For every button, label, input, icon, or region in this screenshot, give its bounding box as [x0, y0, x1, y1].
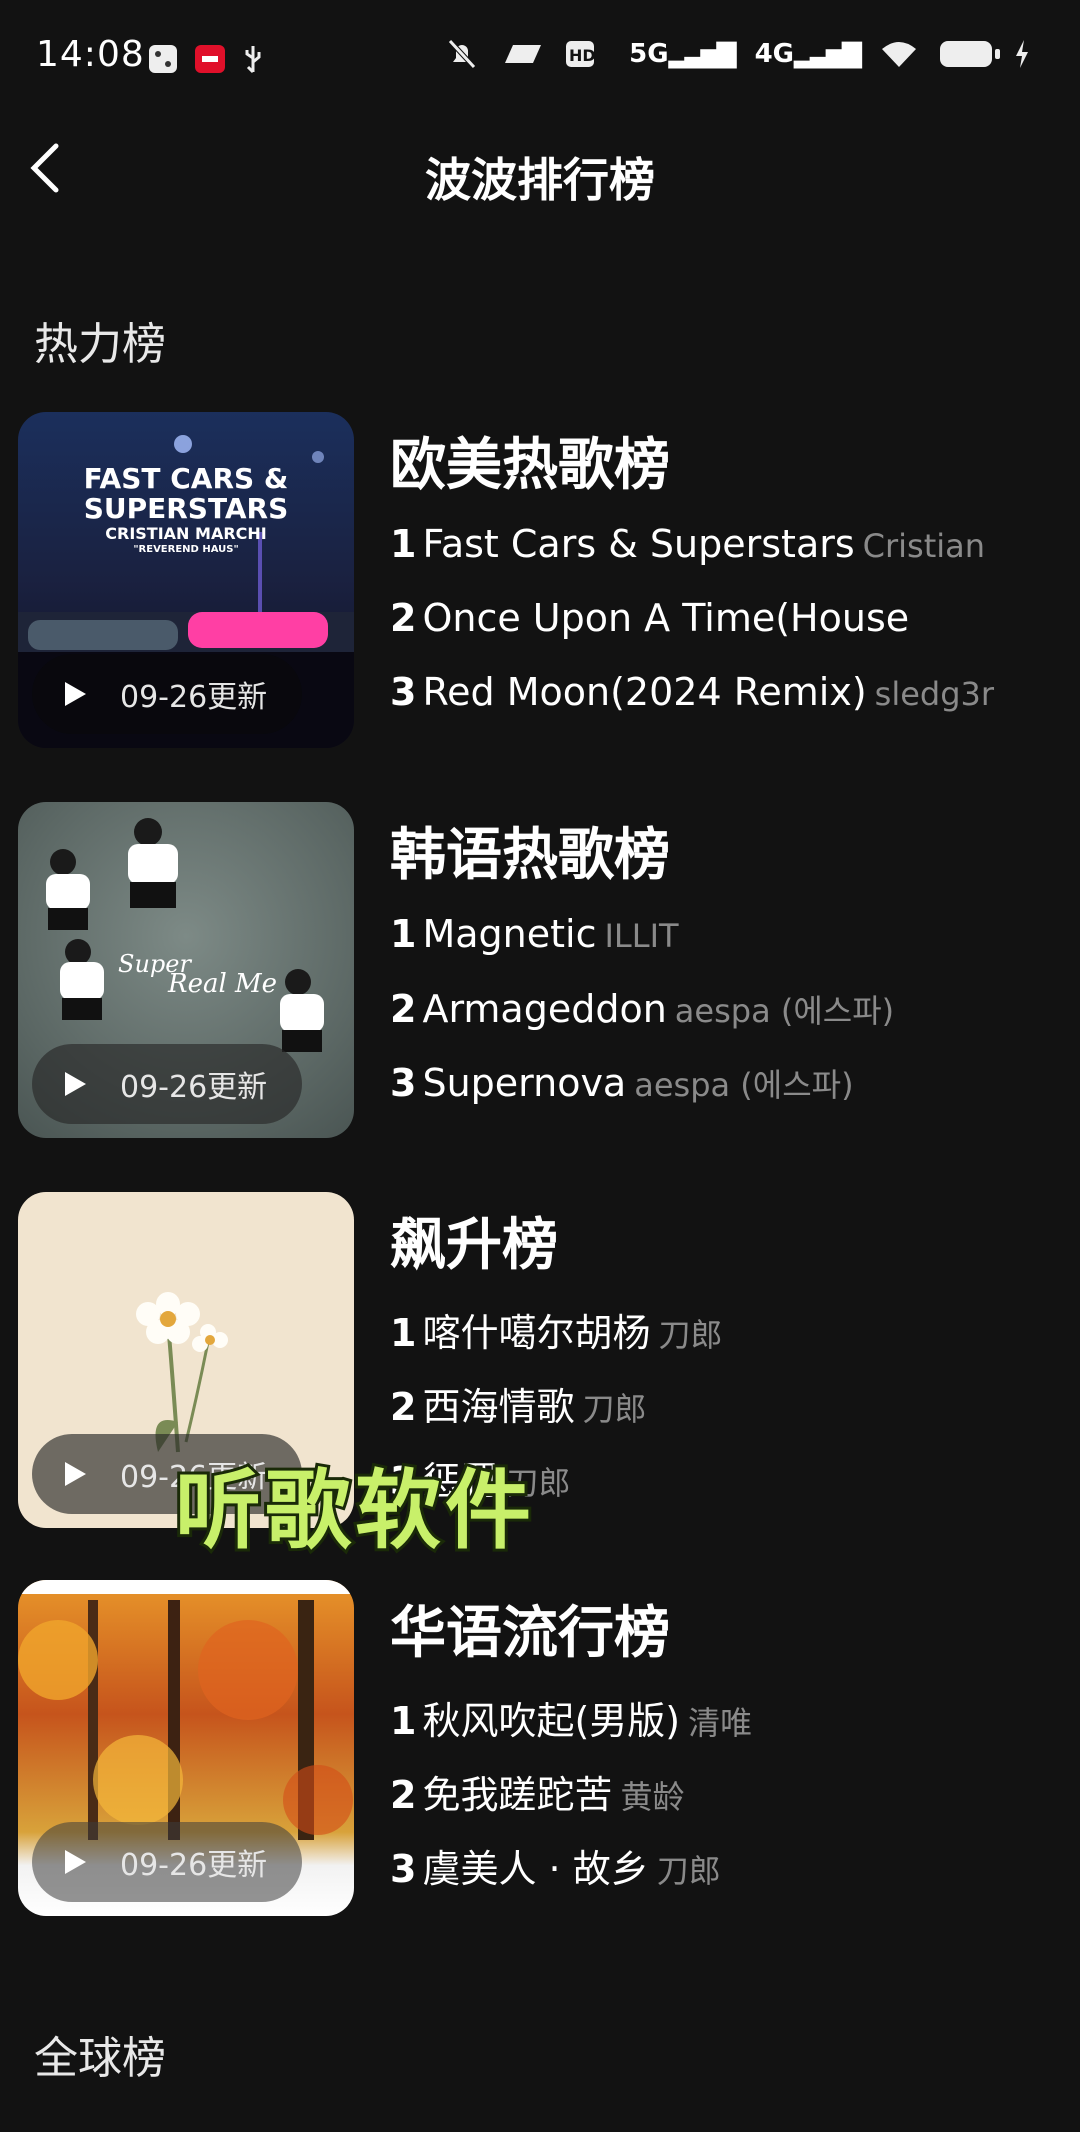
song-item[interactable]: 3 Red Moon(2024 Remix) sledg3r [390, 670, 1050, 714]
page-title: 波波排行榜 [425, 153, 655, 207]
svg-text:Real Me: Real Me [167, 969, 277, 999]
signal-4g: 4G▂▃▅▇ [754, 39, 862, 69]
section-title-hot: 热力榜 [34, 319, 166, 370]
song-item[interactable]: 2 Armageddon aespa (에스파) [390, 986, 1050, 1032]
hd-icon: HD [566, 41, 596, 67]
chart-name[interactable]: 韩语热歌榜 [390, 810, 670, 891]
update-date: 09-26更新 [120, 680, 268, 715]
mute-bell-icon [448, 39, 476, 69]
chart-name[interactable]: 华语流行榜 [390, 1588, 670, 1669]
page-header: 波波排行榜 [0, 120, 1080, 220]
svg-text:HD: HD [569, 46, 596, 65]
play-icon[interactable] [46, 1056, 102, 1112]
play-update-pill[interactable]: 09-26更新 [32, 1044, 302, 1124]
song-item[interactable]: 2 西海情歌 刀郎 [390, 1376, 1050, 1431]
charging-icon [1016, 40, 1028, 68]
usb-icon [245, 46, 261, 74]
update-date: 09-26更新 [120, 1848, 268, 1883]
play-update-pill[interactable]: 09-26更新 [32, 654, 302, 734]
chart-card-korean[interactable]: Super Real Me 09-26更新 韩语热歌榜 1 Magnetic ILL… [18, 802, 1058, 1142]
status-time: 14:08 [36, 34, 145, 75]
play-icon[interactable] [46, 1834, 102, 1890]
play-update-pill[interactable]: 09-26更新 [32, 1822, 302, 1902]
notification-app-icon [149, 45, 177, 73]
update-date: 09-26更新 [120, 1070, 268, 1105]
overlay-caption: 听歌软件 [172, 1458, 535, 1564]
chart-cover-mandarin[interactable]: 09-26更新 [18, 1580, 354, 1916]
signal-5g: 5G▂▃▅▇ [629, 39, 736, 69]
song-item[interactable]: 2 Once Upon A Time(House [390, 596, 1050, 640]
song-item[interactable]: 3 虞美人 · 故乡 刀郎 [390, 1838, 1050, 1893]
chart-card-western[interactable]: FAST CARS & SUPERSTARS CRISTIAN MARCHI "… [18, 412, 1058, 752]
wifi-icon [882, 42, 916, 67]
play-icon[interactable] [46, 1446, 102, 1502]
chart-name[interactable]: 飙升榜 [390, 1200, 558, 1281]
notification-app-icon [195, 45, 225, 73]
play-icon[interactable] [46, 666, 102, 722]
cover-text: FAST CARS & SUPERSTARS CRISTIAN MARCHI "… [83, 462, 289, 556]
section-title-global: 全球榜 [34, 2033, 166, 2084]
chart-name[interactable]: 欧美热歌榜 [390, 420, 670, 501]
chart-card-rising[interactable]: 09-26更新 飙升榜 1 喀什噶尔胡杨 刀郎 2 西海情歌 刀郎 3 惩罚 刀郎 [18, 1192, 1058, 1532]
chart-cover-western[interactable]: FAST CARS & SUPERSTARS CRISTIAN MARCHI "… [18, 412, 354, 748]
song-item[interactable]: 1 喀什噶尔胡杨 刀郎 [390, 1302, 1050, 1357]
vpn-icon [505, 45, 542, 63]
chart-cover-korean[interactable]: Super Real Me 09-26更新 [18, 802, 354, 1138]
song-item[interactable]: 3 Supernova aespa (에스파) [390, 1060, 1050, 1106]
song-item[interactable]: 1 Fast Cars & Superstars Cristian [390, 522, 1050, 566]
song-item[interactable]: 1 Magnetic ILLIT [390, 912, 1050, 956]
battery-icon [940, 41, 1000, 67]
song-item[interactable]: 1 秋风吹起(男版) 清唯 [390, 1690, 1050, 1745]
song-item[interactable]: 2 免我蹉跎苦 黄龄 [390, 1764, 1050, 1819]
status-bar: 14:08 HD 5G▂▃▅▇ 4G▂▃▅▇ [0, 0, 1080, 120]
chart-card-mandarin[interactable]: 09-26更新 华语流行榜 1 秋风吹起(男版) 清唯 2 免我蹉跎苦 黄龄 3 虞美人 … [18, 1580, 1058, 1920]
status-right: HD 5G▂▃▅▇ 4G▂▃▅▇ [447, 38, 1030, 70]
